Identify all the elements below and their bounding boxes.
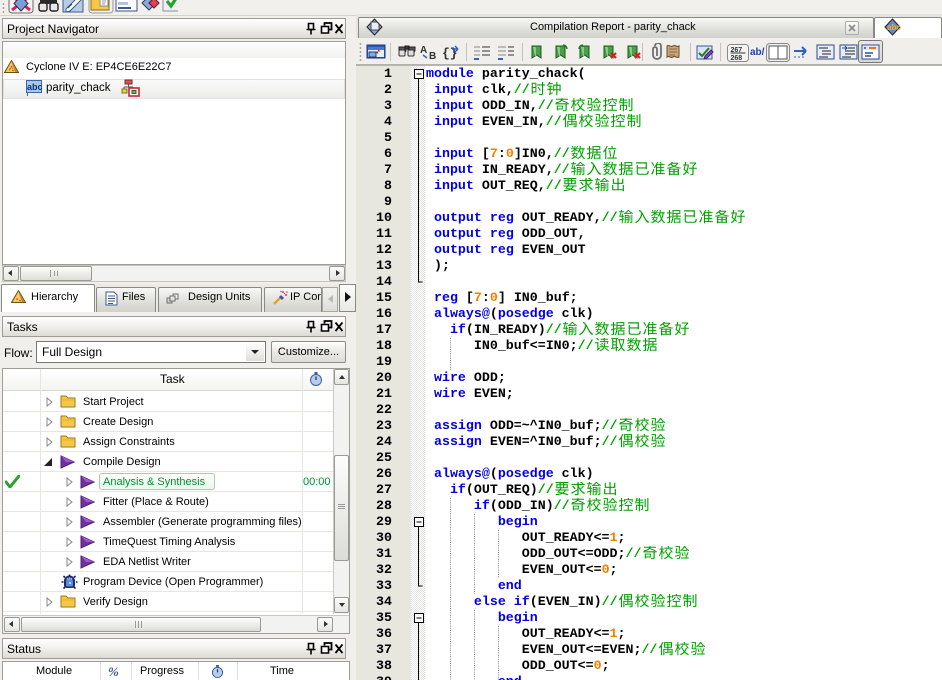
svg-text:268: 268 [731,55,743,62]
svg-text:ab/: ab/ [750,47,765,58]
svg-text:abc: abc [887,23,901,32]
svg-text:B: B [429,51,436,62]
svg-text:abc: abc [27,82,42,92]
svg-text:A: A [420,45,427,56]
